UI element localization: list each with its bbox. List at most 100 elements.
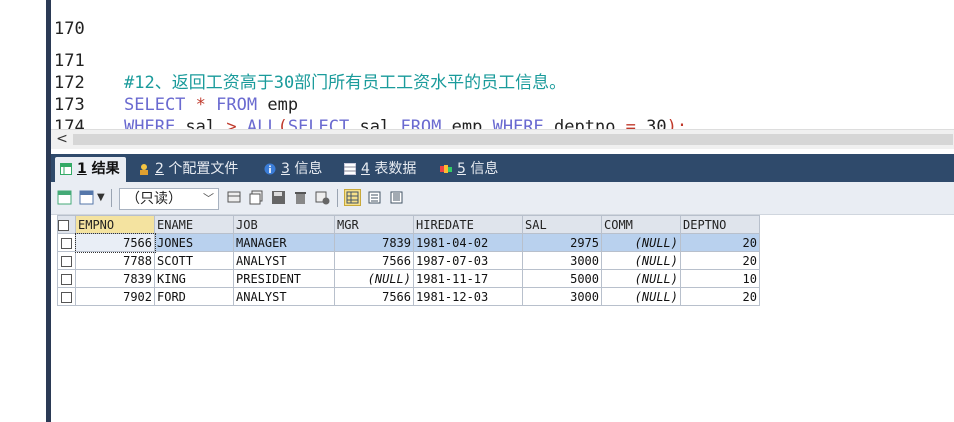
row-checkbox[interactable] <box>57 269 76 288</box>
cell-job[interactable]: ANALYST <box>233 287 335 306</box>
editor-line: 170 <box>51 0 954 39</box>
column-header[interactable]: MGR <box>334 215 414 234</box>
import-icon[interactable] <box>79 190 94 205</box>
tab-info[interactable]: 3 信息 <box>259 157 328 182</box>
checkbox-icon <box>61 255 72 267</box>
cancel-icon[interactable] <box>315 190 330 205</box>
chevron-down-icon: ﹀ <box>203 192 214 205</box>
result-toolbar: ▼ （只读） ﹀ <box>51 182 954 215</box>
table-row[interactable]: 7839 KING PRESIDENT (NULL) 1981-11-17 50… <box>57 269 760 288</box>
column-header[interactable]: ENAME <box>154 215 234 234</box>
row-checkbox[interactable] <box>57 287 76 306</box>
edit-mode-select[interactable]: （只读） ﹀ <box>119 188 219 210</box>
editor-line: 171 #12、返回工资高于30部门所有员工工资水平的员工信息。 <box>51 28 954 93</box>
horizontal-scrollbar[interactable]: < <box>51 129 954 149</box>
cell-mgr[interactable]: 7839 <box>334 233 414 252</box>
tab-label: 表数据 <box>369 161 417 177</box>
cell-ename[interactable]: SCOTT <box>154 251 234 270</box>
text-view-icon[interactable] <box>389 190 404 205</box>
cell-empno[interactable]: 7839 <box>75 269 155 288</box>
editor-line: 175 <box>51 116 954 129</box>
cell-hiredate[interactable]: 1987-07-03 <box>413 251 523 270</box>
row-checkbox[interactable] <box>57 233 76 252</box>
tab-profiles[interactable]: 2 个配置文件 <box>133 157 244 182</box>
checkbox-icon <box>58 219 69 231</box>
table-row[interactable]: 7902 FORD ANALYST 7566 1981-12-03 3000 (… <box>57 287 760 306</box>
tab-table-data[interactable]: 4 表数据 <box>339 157 422 182</box>
tab-key: 3 <box>281 161 290 177</box>
column-header[interactable]: SAL <box>522 215 602 234</box>
column-header[interactable]: COMM <box>601 215 681 234</box>
tab-key: 4 <box>361 161 370 177</box>
cell-job[interactable]: MANAGER <box>233 233 335 252</box>
cell-deptno[interactable]: 20 <box>680 251 760 270</box>
cell-sal[interactable]: 3000 <box>522 287 602 306</box>
cell-deptno[interactable]: 10 <box>680 269 760 288</box>
cell-ename[interactable]: FORD <box>154 287 234 306</box>
tab-label: 个配置文件 <box>163 161 239 177</box>
form-view-icon[interactable] <box>367 190 382 205</box>
tab-result[interactable]: 1 结果 <box>55 157 126 182</box>
cell-sal[interactable]: 5000 <box>522 269 602 288</box>
column-header[interactable]: HIREDATE <box>413 215 523 234</box>
scroll-left-arrow-icon[interactable]: < <box>53 130 71 149</box>
select-all-checkbox[interactable] <box>57 215 76 234</box>
delete-icon[interactable] <box>293 190 308 205</box>
table-row[interactable]: 7788 SCOTT ANALYST 7566 1987-07-03 3000 … <box>57 251 760 270</box>
tab-key: 2 <box>155 161 164 177</box>
cell-job[interactable]: PRESIDENT <box>233 269 335 288</box>
info-icon <box>264 163 276 175</box>
cell-comm[interactable]: (NULL) <box>601 269 681 288</box>
add-row-icon[interactable] <box>227 190 242 205</box>
grid-view-icon[interactable] <box>344 189 361 206</box>
tab-info-2[interactable]: 5 信息 <box>435 157 504 182</box>
toolbar-divider <box>337 189 338 207</box>
column-header[interactable]: DEPTNO <box>680 215 760 234</box>
checkbox-icon <box>61 273 72 285</box>
column-header[interactable]: JOB <box>233 215 335 234</box>
cell-sal[interactable]: 3000 <box>522 251 602 270</box>
chevron-down-icon[interactable]: ▼ <box>97 192 105 203</box>
cell-empno[interactable]: 7566 <box>74 232 156 253</box>
scroll-thumb[interactable] <box>73 134 953 145</box>
cell-ename[interactable]: KING <box>154 269 234 288</box>
messages-icon <box>440 165 452 173</box>
editor-line: 173 WHERE sal > ALL(SELECT sal FROM emp … <box>51 72 954 129</box>
cell-empno[interactable]: 7788 <box>75 251 155 270</box>
result-grid-icon <box>60 163 72 175</box>
cell-mgr[interactable]: 7566 <box>334 251 414 270</box>
cell-empno[interactable]: 7902 <box>75 287 155 306</box>
column-header[interactable]: EMPNO <box>75 215 155 234</box>
grid-header-row: EMPNO ENAME JOB MGR HIREDATE SAL COMM DE… <box>57 215 760 234</box>
cell-sal[interactable]: 2975 <box>522 233 602 252</box>
duplicate-row-icon[interactable] <box>249 190 264 205</box>
tab-label: 信息 <box>465 161 499 177</box>
cell-comm[interactable]: (NULL) <box>601 251 681 270</box>
cell-hiredate[interactable]: 1981-12-03 <box>413 287 523 306</box>
table-row[interactable]: 7566 JONES MANAGER 7839 1981-04-02 2975 … <box>57 232 760 253</box>
result-tab-bar: 1 结果 2 个配置文件 3 信息 4 表数据 5 信息 <box>51 154 954 182</box>
cell-job[interactable]: ANALYST <box>233 251 335 270</box>
cell-ename[interactable]: JONES <box>154 233 234 252</box>
editor-line: 172 SELECT * FROM emp <box>51 50 954 115</box>
export-icon[interactable] <box>57 190 72 205</box>
cell-mgr[interactable]: (NULL) <box>334 269 414 288</box>
row-checkbox[interactable] <box>57 251 76 270</box>
cell-comm[interactable]: (NULL) <box>601 233 681 252</box>
tab-key: 1 <box>77 161 87 177</box>
result-grid[interactable]: EMPNO ENAME JOB MGR HIREDATE SAL COMM DE… <box>57 215 760 306</box>
cell-deptno[interactable]: 20 <box>680 287 760 306</box>
cell-mgr[interactable]: 7566 <box>334 287 414 306</box>
cell-hiredate[interactable]: 1981-04-02 <box>413 233 523 252</box>
cell-hiredate[interactable]: 1981-11-17 <box>413 269 523 288</box>
cell-comm[interactable]: (NULL) <box>601 287 681 306</box>
tab-label: 信息 <box>289 161 323 177</box>
profile-icon <box>140 164 148 175</box>
save-icon[interactable] <box>271 190 286 205</box>
sql-editor[interactable]: 170 171 #12、返回工资高于30部门所有员工工资水平的员工信息。 172… <box>51 0 954 129</box>
checkbox-icon <box>61 237 72 249</box>
left-panel <box>0 0 51 422</box>
table-data-icon <box>344 163 356 175</box>
cell-deptno[interactable]: 20 <box>680 233 760 252</box>
editor-line: 174 <box>51 94 954 129</box>
